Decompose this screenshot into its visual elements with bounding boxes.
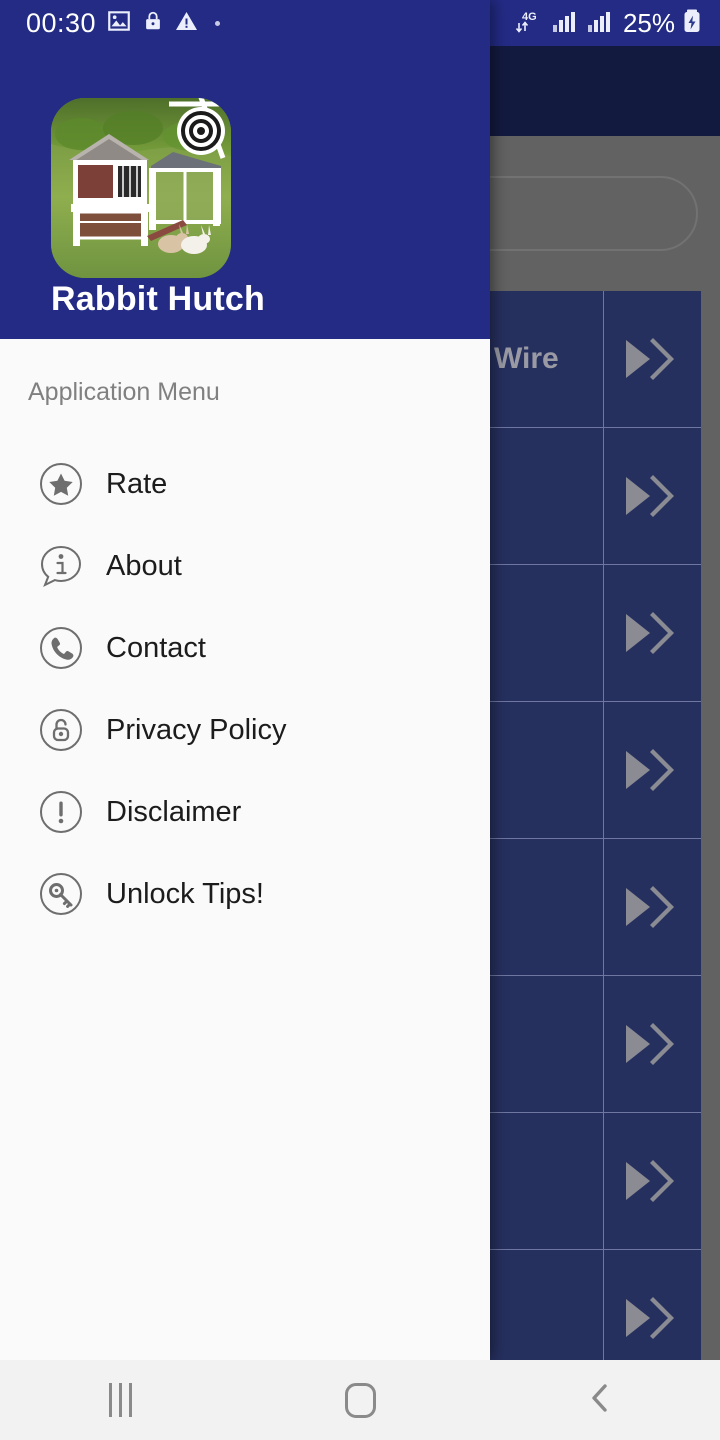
row-divider: [603, 839, 604, 975]
background-toolbar: [488, 46, 720, 136]
background-list[interactable]: Wire: [488, 291, 720, 1360]
status-bar-right: 4G 25%: [514, 7, 702, 40]
menu-section-header: Application Menu: [28, 378, 220, 406]
svg-text:4G: 4G: [522, 11, 537, 23]
double-chevron-right-icon: [620, 1157, 682, 1205]
drawer-menu-item-label: Rate: [106, 467, 168, 500]
drawer-menu-item-label: Contact: [106, 631, 206, 664]
home-square-icon: [344, 1382, 376, 1418]
row-divider: [603, 1113, 604, 1249]
drawer-menu-item-label: Unlock Tips!: [106, 877, 264, 910]
background-list-row[interactable]: [488, 702, 701, 839]
background-list-row[interactable]: Wire: [488, 291, 701, 428]
image-icon: [106, 8, 132, 39]
signal-bars-sim1-icon: [551, 8, 579, 39]
background-search-area: [278, 136, 720, 291]
background-list-row[interactable]: [488, 839, 701, 976]
back-chevron-icon: [586, 1378, 614, 1423]
drawer-menu-item-disclaimer[interactable]: Disclaimer: [0, 771, 490, 853]
double-chevron-right-icon: [620, 335, 682, 383]
background-list-row[interactable]: [488, 428, 701, 565]
double-chevron-right-icon: [620, 1020, 682, 1068]
warning-icon: [174, 9, 199, 38]
double-chevron-right-icon: [620, 746, 682, 794]
drawer-menu-item-label: Privacy Policy: [106, 713, 287, 746]
phone-screen: Wire Rabbit Hutch Application Menu Rate …: [0, 0, 720, 1440]
row-divider: [603, 702, 604, 838]
app-title: Rabbit Hutch: [51, 280, 265, 318]
row-divider: [603, 428, 604, 564]
drawer-menu-item-rate[interactable]: Rate: [0, 443, 490, 525]
drawer-menu-item-privacy-policy[interactable]: Privacy Policy: [0, 689, 490, 771]
drawer-header: Rabbit Hutch: [0, 0, 490, 339]
dot-indicator-icon: [215, 20, 221, 26]
navigation-drawer[interactable]: Rabbit Hutch Application Menu Rate About…: [0, 0, 490, 1360]
padlock-circle-icon: [38, 707, 84, 753]
drawer-menu-item-label: About: [106, 549, 182, 582]
row-divider: [603, 565, 604, 701]
row-divider: [603, 291, 604, 427]
home-button[interactable]: [240, 1360, 480, 1440]
double-chevron-right-icon: [620, 1294, 682, 1342]
star-circle-icon: [38, 461, 84, 507]
drawer-menu-item-unlock-tips[interactable]: Unlock Tips!: [0, 853, 490, 935]
info-bubble-icon: [38, 543, 84, 589]
network-type-icon: 4G: [514, 7, 544, 40]
rabbit-hutch-app-icon: [51, 98, 231, 278]
status-bar-left: 00:30: [26, 7, 221, 39]
double-chevron-right-icon: [620, 883, 682, 931]
drawer-menu-item-label: Disclaimer: [106, 795, 242, 828]
background-list-row[interactable]: [488, 1250, 701, 1360]
battery-percent-label: 25%: [622, 7, 675, 38]
double-chevron-right-icon: [620, 609, 682, 657]
background-row-label: Wire: [494, 342, 559, 375]
row-divider: [603, 976, 604, 1112]
background-list-row[interactable]: [488, 565, 701, 702]
status-bar: 00:30 4G 25%: [0, 0, 720, 46]
row-divider: [603, 1250, 604, 1360]
key-circle-icon: [38, 871, 84, 917]
background-list-row[interactable]: [488, 976, 701, 1113]
lock-icon: [142, 9, 164, 38]
status-bar-clock: 00:30: [26, 7, 97, 38]
background-list-row[interactable]: [488, 1113, 701, 1250]
drawer-menu-item-contact[interactable]: Contact: [0, 607, 490, 689]
drawer-menu-item-about[interactable]: About: [0, 525, 490, 607]
battery-charging-icon: [682, 8, 702, 39]
system-navigation-bar: [0, 1360, 720, 1440]
drawer-menu-list[interactable]: Rate About Contact Privacy Policy Discla…: [0, 443, 490, 935]
exclamation-circle-icon: [38, 789, 84, 835]
signal-bars-sim2-icon: [586, 8, 614, 39]
phone-circle-icon: [38, 625, 84, 671]
recents-icon: [108, 1383, 132, 1417]
double-chevron-right-icon: [620, 472, 682, 520]
recents-button[interactable]: [0, 1360, 240, 1440]
back-button[interactable]: [480, 1360, 720, 1440]
